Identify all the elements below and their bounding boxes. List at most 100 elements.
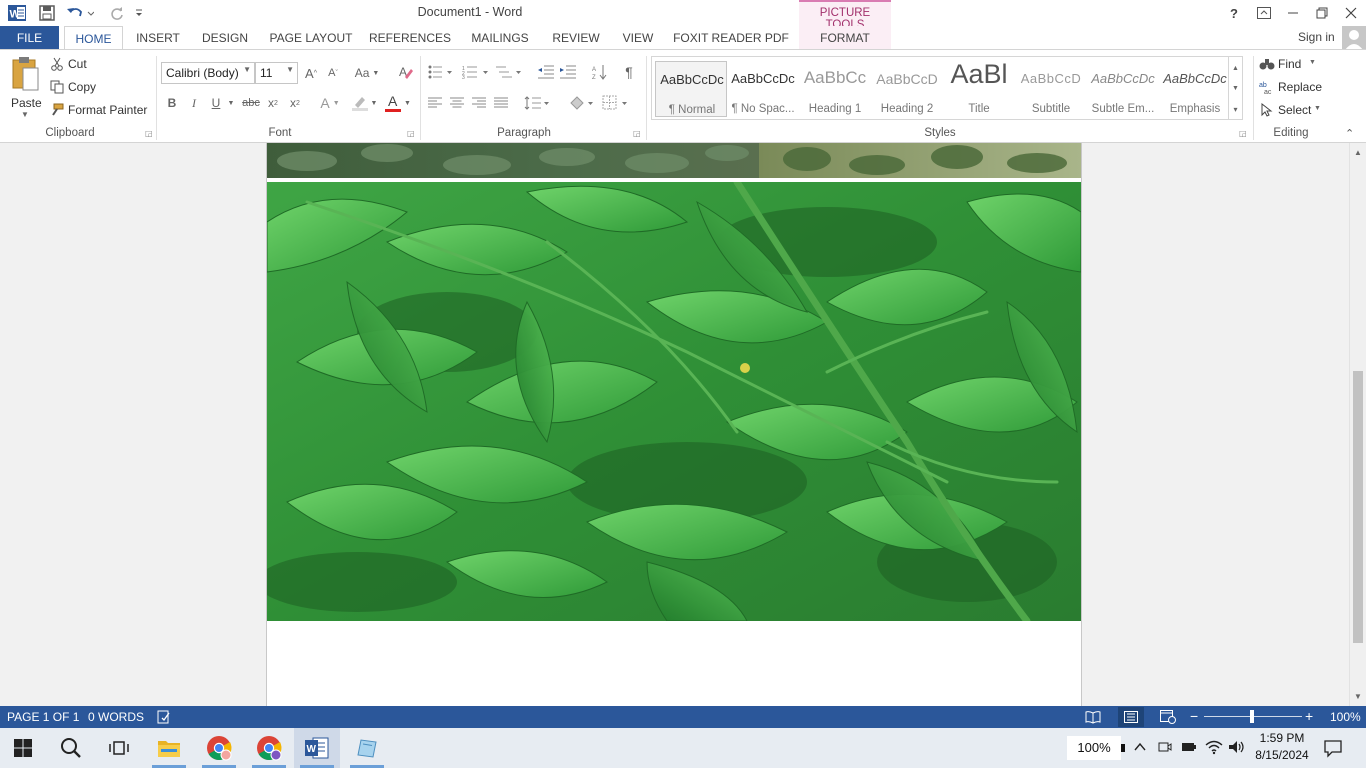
notifications-icon[interactable] [1323, 738, 1343, 758]
shrink-font-icon[interactable]: Aˇ [324, 64, 342, 82]
increase-indent-icon[interactable] [558, 62, 578, 82]
numbering-button[interactable]: 123 [460, 62, 492, 82]
document-area[interactable] [0, 143, 1349, 706]
cut-button[interactable]: Cut [50, 56, 140, 74]
underline-dropdown-icon[interactable]: ▼ [226, 94, 236, 112]
style-heading-1[interactable]: AaBbCc Heading 1 [799, 61, 871, 117]
styles-launcher-icon[interactable]: ◲ [1239, 129, 1247, 138]
print-layout-icon[interactable] [1118, 707, 1144, 727]
chevron-down-icon[interactable]: ▼ [1229, 79, 1242, 97]
tab-file[interactable]: FILE [0, 26, 59, 50]
picture-green-leaves[interactable] [267, 182, 1081, 621]
tab-insert[interactable]: INSERT [132, 26, 184, 50]
strikethrough-button[interactable]: abc [240, 94, 262, 112]
start-button[interactable] [0, 728, 46, 768]
style-emphasis[interactable]: AaBbCcDc Emphasis [1159, 61, 1231, 117]
subscript-button[interactable]: x2 [264, 94, 282, 112]
clear-formatting-icon[interactable]: A [396, 62, 416, 82]
zoom-badge[interactable]: 100% [1067, 736, 1121, 760]
battery-icon[interactable] [1181, 740, 1197, 754]
justify-icon[interactable] [492, 94, 510, 112]
highlight-button[interactable]: ▼ [348, 93, 380, 113]
underline-button[interactable]: U [208, 94, 224, 112]
vertical-scrollbar[interactable]: ▲ ▼ [1349, 143, 1366, 706]
paste-button[interactable]: Paste ▼ [6, 54, 44, 122]
close-icon[interactable] [1336, 0, 1366, 26]
paragraph-launcher-icon[interactable]: ◲ [633, 129, 641, 138]
tab-page-layout[interactable]: PAGE LAYOUT [266, 26, 356, 50]
zoom-level[interactable]: 100% [1330, 710, 1361, 724]
document-page[interactable] [266, 143, 1082, 706]
style-title[interactable]: AaBl Title [943, 59, 1015, 117]
change-case-button[interactable]: Aa ▼ [352, 64, 382, 82]
bullets-button[interactable] [426, 62, 456, 82]
tab-home[interactable]: HOME [64, 26, 123, 51]
page-count[interactable]: PAGE 1 OF 1 [7, 710, 79, 724]
multilevel-list-button[interactable] [494, 62, 524, 82]
tab-references[interactable]: REFERENCES [368, 26, 452, 50]
search-button[interactable] [48, 728, 94, 768]
chrome-app[interactable] [196, 728, 242, 768]
picture-top-leaves[interactable] [267, 143, 1081, 180]
word-count[interactable]: 0 WORDS [88, 710, 144, 724]
web-layout-icon[interactable] [1160, 710, 1176, 724]
style-subtle-emphasis[interactable]: AaBbCcDc Subtle Em... [1087, 61, 1159, 117]
tab-foxit-reader-pdf[interactable]: FOXIT READER PDF [672, 26, 790, 50]
clock-date[interactable]: 8/15/2024 [1250, 748, 1314, 762]
style-normal[interactable]: AaBbCcDc ¶ Normal [655, 61, 727, 117]
borders-button[interactable] [600, 93, 630, 113]
restore-icon[interactable] [1307, 0, 1337, 26]
chevron-up-icon[interactable]: ▲ [1229, 59, 1242, 77]
avatar[interactable] [1342, 26, 1366, 50]
tab-design[interactable]: DESIGN [196, 26, 254, 50]
bold-button[interactable]: B [164, 94, 180, 112]
minimize-icon[interactable] [1278, 0, 1308, 26]
scroll-up-icon[interactable]: ▲ [1350, 145, 1366, 159]
scrollbar-thumb[interactable] [1353, 371, 1363, 643]
tab-mailings[interactable]: MAILINGS [464, 26, 536, 50]
show-hidden-icons[interactable] [1133, 740, 1147, 754]
clipboard-launcher-icon[interactable]: ◲ [145, 129, 153, 138]
shading-button[interactable] [566, 93, 596, 113]
select-button[interactable]: Select ▼ [1259, 102, 1349, 120]
notes-app[interactable] [344, 728, 390, 768]
tab-view[interactable]: VIEW [616, 26, 660, 50]
help-button[interactable]: ? [1219, 0, 1249, 26]
zoom-out-button[interactable]: − [1190, 708, 1198, 724]
align-left-icon[interactable] [426, 94, 444, 112]
paste-dropdown-icon[interactable]: ▼ [21, 110, 29, 119]
format-painter-button[interactable]: Format Painter [50, 102, 150, 120]
font-size-combo[interactable]: 11 ▼ [255, 62, 298, 84]
word-app[interactable]: W [294, 728, 340, 768]
italic-button[interactable]: I [186, 94, 202, 112]
clock-time[interactable]: 1:59 PM [1250, 731, 1314, 745]
sign-in-link[interactable]: Sign in [1298, 30, 1335, 44]
chrome-profile-app[interactable] [246, 728, 292, 768]
scroll-down-icon[interactable]: ▼ [1350, 689, 1366, 703]
style-subtitle[interactable]: AaBbCcD Subtitle [1015, 61, 1087, 117]
show-formatting-button[interactable]: ¶ [620, 62, 638, 82]
sort-icon[interactable]: AZ [590, 62, 610, 82]
font-color-button[interactable]: A ▼ [382, 92, 414, 114]
style-heading-2[interactable]: AaBbCcD Heading 2 [871, 61, 943, 117]
find-button[interactable]: Find ▼ [1259, 56, 1349, 74]
grow-font-icon[interactable]: A ^ [302, 64, 320, 82]
text-effects-button[interactable]: A ▼ [316, 93, 344, 113]
ribbon-display-options-icon[interactable] [1249, 0, 1279, 26]
style-no-spacing[interactable]: AaBbCcDc ¶ No Spac... [727, 61, 799, 117]
gallery-more-icon[interactable]: ▾ [1229, 100, 1242, 118]
align-right-icon[interactable] [470, 94, 488, 112]
align-center-icon[interactable] [448, 94, 466, 112]
zoom-in-button[interactable]: + [1305, 708, 1313, 724]
font-launcher-icon[interactable]: ◲ [407, 129, 415, 138]
tab-format[interactable]: FORMAT [799, 26, 891, 50]
task-view-button[interactable] [96, 728, 142, 768]
tab-review[interactable]: REVIEW [548, 26, 604, 50]
copy-button[interactable]: Copy [50, 79, 140, 97]
file-explorer-app[interactable] [146, 728, 192, 768]
line-spacing-button[interactable] [522, 94, 552, 112]
proofing-icon[interactable] [157, 710, 171, 724]
superscript-button[interactable]: x2 [286, 94, 304, 112]
collapse-ribbon-icon[interactable]: ⌃ [1345, 127, 1354, 140]
read-mode-icon[interactable] [1085, 710, 1101, 724]
